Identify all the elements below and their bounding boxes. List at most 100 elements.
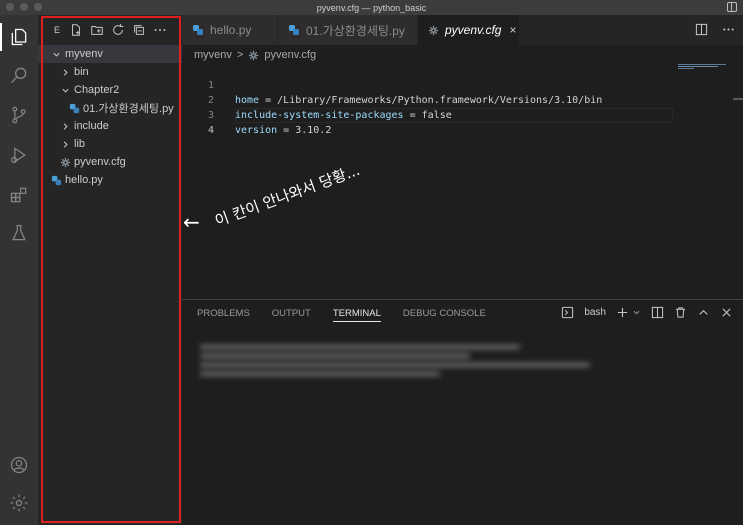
activity-bar bbox=[0, 15, 38, 525]
bottom-panel: PROBLEMS OUTPUT TERMINAL DEBUG CONSOLE b… bbox=[182, 299, 743, 525]
chevron-down-icon[interactable] bbox=[59, 86, 71, 95]
account-icon[interactable] bbox=[0, 447, 38, 483]
gear-icon bbox=[59, 157, 71, 168]
config-operator: = bbox=[403, 110, 422, 121]
tab-label: pyvenv.cfg bbox=[445, 23, 502, 37]
new-file-icon[interactable] bbox=[69, 23, 83, 37]
tab-output[interactable]: OUTPUT bbox=[272, 308, 311, 322]
config-operator: = bbox=[259, 95, 278, 106]
file-tree: myvenv bin Chapter2 01.가상환경세팅.py include lib p… bbox=[38, 45, 182, 189]
tree-item-label: 01.가상환경세팅.py bbox=[83, 103, 174, 115]
title-bar: pyvenv.cfg — python_basic bbox=[0, 0, 743, 15]
layout-icon[interactable] bbox=[727, 2, 737, 12]
code-content: home = /Library/Frameworks/Python.framew… bbox=[235, 93, 602, 108]
chevron-right-icon[interactable] bbox=[59, 140, 71, 149]
maximize-window-button[interactable] bbox=[34, 3, 42, 11]
run-debug-icon[interactable] bbox=[0, 137, 38, 173]
terminal-shell-label[interactable]: bash bbox=[584, 307, 606, 318]
testing-icon[interactable] bbox=[0, 215, 38, 251]
tree-item[interactable]: myvenv bbox=[38, 45, 182, 63]
panel-actions: bash bbox=[561, 306, 733, 319]
chevron-right-icon[interactable] bbox=[59, 68, 71, 77]
breadcrumb-folder[interactable]: myvenv bbox=[194, 49, 232, 61]
window-controls bbox=[6, 3, 42, 11]
close-window-button[interactable] bbox=[6, 3, 14, 11]
code-line: 4 bbox=[182, 108, 214, 136]
tree-item[interactable]: hello.py bbox=[38, 171, 182, 189]
tab-pyvenv-cfg[interactable]: pyvenv.cfg × bbox=[418, 15, 520, 45]
config-operator: = bbox=[277, 125, 296, 136]
config-key: include-system-site-packages bbox=[235, 110, 404, 121]
tree-item-label: include bbox=[74, 120, 109, 132]
chevron-up-icon[interactable] bbox=[697, 306, 710, 319]
chevron-right-icon[interactable] bbox=[59, 122, 71, 131]
more-actions-icon[interactable] bbox=[722, 23, 735, 36]
new-folder-icon[interactable] bbox=[90, 23, 104, 37]
split-terminal-icon[interactable] bbox=[651, 306, 664, 319]
close-icon[interactable] bbox=[720, 306, 733, 319]
tab-debug-console[interactable]: DEBUG CONSOLE bbox=[403, 308, 486, 322]
minimize-window-button[interactable] bbox=[20, 3, 28, 11]
code-content: version = 3.10.2 bbox=[235, 123, 331, 138]
gear-icon bbox=[248, 50, 259, 61]
terminal-output[interactable] bbox=[200, 345, 600, 387]
tree-item-label: Chapter2 bbox=[74, 84, 120, 96]
split-editor-icon[interactable] bbox=[695, 23, 708, 36]
breadcrumb-separator: > bbox=[236, 49, 244, 61]
breadcrumb: myvenv > pyvenv.cfg bbox=[182, 45, 743, 65]
config-value: 3.10.2 bbox=[295, 125, 332, 136]
tab-terminal[interactable]: TERMINAL bbox=[332, 308, 381, 322]
source-control-icon[interactable] bbox=[0, 97, 38, 133]
python-icon bbox=[192, 24, 204, 36]
explorer-sidebar: E myvenv bin Chapter2 01.가상환경세팅.py include li… bbox=[38, 15, 182, 525]
search-icon[interactable] bbox=[0, 57, 38, 93]
tree-item-label: pyvenv.cfg bbox=[74, 156, 126, 168]
tab-label: 01.가상환경세팅.py bbox=[306, 23, 405, 38]
config-key: home bbox=[235, 95, 260, 106]
code-line: 2 include-system-site-packages = false bbox=[182, 78, 452, 121]
extensions-icon[interactable] bbox=[0, 177, 38, 213]
tab-problems[interactable]: PROBLEMS bbox=[197, 308, 250, 322]
chevron-down-icon[interactable] bbox=[50, 50, 62, 59]
tree-item[interactable]: bin bbox=[38, 63, 182, 81]
editor-actions bbox=[695, 23, 735, 36]
tree-item-label: bin bbox=[74, 66, 89, 78]
tree-item-label: myvenv bbox=[65, 48, 103, 60]
code-line: 3 version = 3.10.2 bbox=[182, 93, 331, 136]
panel-tabs: PROBLEMS OUTPUT TERMINAL DEBUG CONSOLE bbox=[197, 308, 486, 322]
config-key: version bbox=[235, 125, 278, 136]
tree-item[interactable]: lib bbox=[38, 135, 182, 153]
python-icon bbox=[50, 175, 62, 186]
tab-01-py[interactable]: 01.가상환경세팅.py bbox=[278, 15, 418, 45]
tree-item[interactable]: pyvenv.cfg bbox=[38, 153, 182, 171]
refresh-icon[interactable] bbox=[111, 23, 125, 37]
new-terminal-icon[interactable] bbox=[616, 306, 629, 319]
tree-item[interactable]: 01.가상환경세팅.py bbox=[38, 99, 182, 117]
config-value: /Library/Frameworks/Python.framework/Ver… bbox=[277, 95, 603, 106]
line-number: 4 bbox=[207, 125, 214, 136]
editor-tabs: hello.py 01.가상환경세팅.py pyvenv.cfg × bbox=[182, 15, 743, 45]
tab-hello-py[interactable]: hello.py bbox=[182, 15, 278, 45]
explorer-header-label: E bbox=[54, 25, 61, 35]
more-actions-icon[interactable] bbox=[153, 23, 167, 37]
breadcrumb-file[interactable]: pyvenv.cfg bbox=[264, 49, 316, 61]
code-editor[interactable]: 1 home = /Library/Frameworks/Python.fram… bbox=[182, 63, 743, 299]
explorer-toolbar: E bbox=[38, 15, 182, 45]
close-tab-icon[interactable]: × bbox=[509, 23, 516, 37]
tree-item[interactable]: Chapter2 bbox=[38, 81, 182, 99]
terminal-icon bbox=[562, 306, 574, 319]
python-icon bbox=[288, 24, 300, 36]
explorer-icon[interactable] bbox=[0, 19, 38, 55]
trash-icon[interactable] bbox=[674, 306, 687, 319]
chevron-down-icon[interactable] bbox=[632, 306, 641, 319]
code-line: 1 home = /Library/Frameworks/Python.fram… bbox=[182, 63, 602, 106]
code-content: include-system-site-packages = false bbox=[235, 108, 452, 123]
collapse-all-icon[interactable] bbox=[132, 23, 146, 37]
python-icon bbox=[68, 103, 80, 114]
settings-gear-icon[interactable] bbox=[0, 485, 38, 521]
config-value: false bbox=[421, 110, 452, 121]
minimap[interactable] bbox=[676, 63, 736, 299]
scrollbar[interactable] bbox=[733, 98, 743, 100]
tree-item-label: lib bbox=[74, 138, 86, 150]
tree-item[interactable]: include bbox=[38, 117, 182, 135]
